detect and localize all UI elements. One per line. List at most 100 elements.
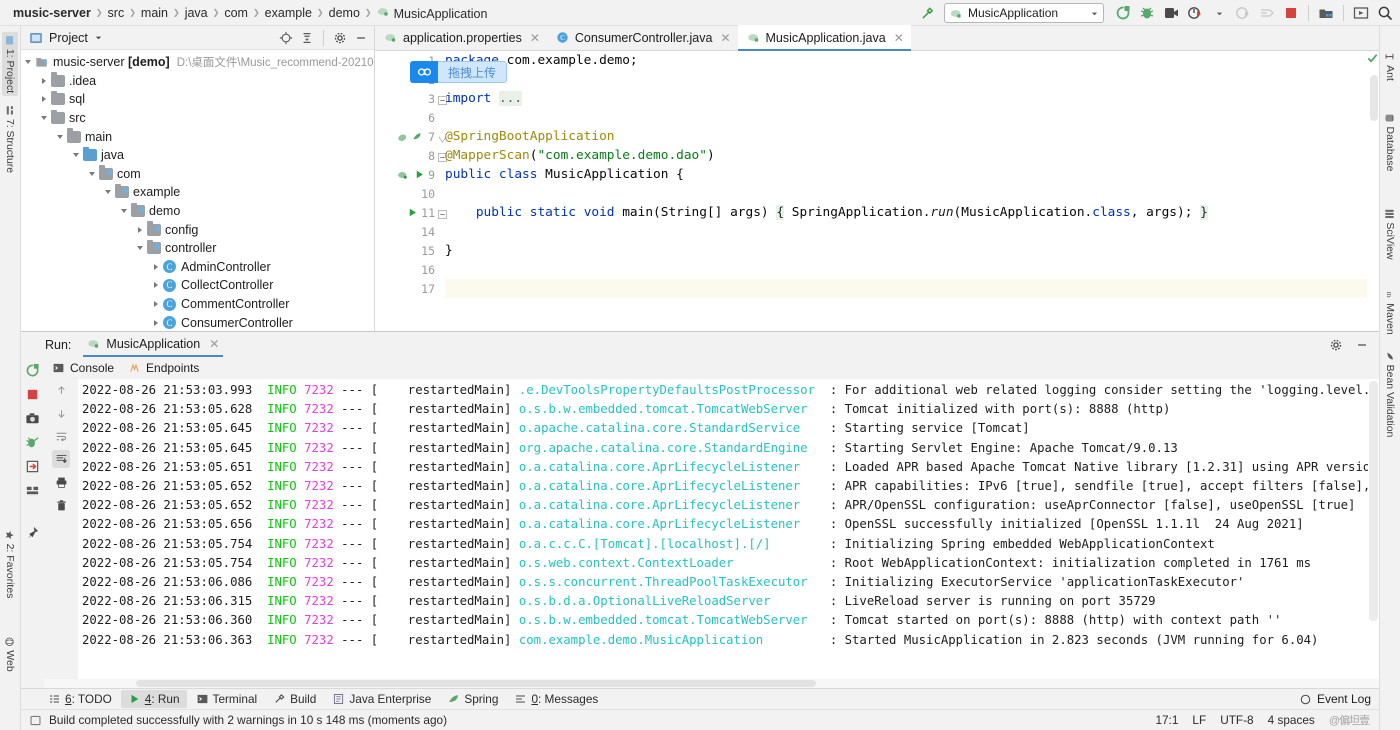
attach-icon[interactable]	[24, 457, 42, 475]
tree-row[interactable]: C AdminController	[21, 258, 374, 277]
tool-tab-1--project[interactable]: 1: Project	[2, 31, 18, 97]
camera-icon[interactable]	[24, 409, 42, 427]
file-encoding[interactable]: UTF-8	[1220, 713, 1253, 727]
tree-row[interactable]: C ConsumerController	[21, 313, 374, 331]
inspection-ok-icon[interactable]	[1367, 53, 1378, 67]
tree-row[interactable]: demo	[21, 202, 374, 221]
scroll-up-icon[interactable]	[52, 381, 70, 399]
editor-scrollbar[interactable]	[1367, 51, 1379, 331]
run-configuration-selector[interactable]: MusicApplication	[944, 3, 1104, 23]
close-icon[interactable]: ✕	[894, 31, 904, 45]
tool-tab-maven[interactable]: m Maven	[1382, 286, 1398, 338]
tree-row[interactable]: example	[21, 183, 374, 202]
tree-row[interactable]: sql	[21, 90, 374, 109]
editor-tab-consumercontroller-java[interactable]: C ConsumerController.java ✕	[547, 25, 738, 50]
line-separator[interactable]: LF	[1192, 713, 1206, 727]
gutter-bean-icons[interactable]	[397, 127, 423, 146]
scroll-down-icon[interactable]	[52, 404, 70, 422]
console-tab-endpoints[interactable]: Endpoints	[128, 361, 199, 375]
tree-row[interactable]: src	[21, 109, 374, 128]
close-icon[interactable]: ✕	[209, 337, 219, 351]
tree-row[interactable]: com	[21, 165, 374, 184]
event-log-button[interactable]: Event Log	[1299, 692, 1371, 706]
close-icon[interactable]: ✕	[530, 31, 540, 45]
locate-icon[interactable]	[277, 29, 295, 47]
tree-row[interactable]: controller	[21, 239, 374, 258]
tree-expander[interactable]	[37, 116, 50, 121]
search-icon[interactable]	[1374, 2, 1396, 24]
gutter-run-method-icon[interactable]	[407, 203, 418, 222]
editor-tab-musicapplication-java[interactable]: MusicApplication.java ✕	[737, 25, 912, 51]
soft-wrap-icon[interactable]	[52, 427, 70, 445]
stop-icon[interactable]	[1280, 2, 1302, 24]
tree-expander[interactable]	[149, 301, 162, 308]
tool-tab-ant[interactable]: Ant	[1382, 48, 1398, 84]
bottom-tab-4--run[interactable]: 4: Run	[120, 690, 187, 708]
tool-tab-sciview[interactable]: SciView	[1382, 205, 1398, 262]
tool-tab-2--favorites[interactable]: 2: Favorites	[2, 527, 18, 602]
tool-tab-7--structure[interactable]: 7: Structure	[2, 102, 18, 176]
bottom-tab-0--messages[interactable]: 0: Messages	[507, 690, 605, 708]
bottom-tab-java-enterprise[interactable]: Java Enterprise	[325, 690, 438, 708]
tree-expander[interactable]	[101, 190, 114, 195]
run-config-tab[interactable]: MusicApplication ✕	[83, 332, 224, 357]
tree-expander[interactable]	[37, 77, 50, 84]
run-with-coverage-icon[interactable]	[1160, 2, 1182, 24]
print-icon[interactable]	[52, 473, 70, 491]
hide-panel-icon[interactable]	[1353, 336, 1371, 354]
project-tree[interactable]: music-server [demo] D:\桌面文件\Music_recomme…	[21, 50, 374, 331]
bottom-tab-spring[interactable]: Spring	[440, 690, 505, 708]
gutter-run-icons[interactable]	[397, 165, 425, 184]
build-hammer-icon[interactable]	[916, 2, 938, 24]
scroll-to-end-icon[interactable]	[52, 450, 70, 468]
layout-icon[interactable]	[24, 481, 42, 499]
stop-icon[interactable]	[24, 385, 42, 403]
select-open-file-icon[interactable]	[1315, 2, 1337, 24]
tree-expander[interactable]	[133, 246, 146, 251]
breadcrumb-item-musicapplication[interactable]: MusicApplication	[374, 5, 491, 21]
tree-row[interactable]: C CollectController	[21, 276, 374, 295]
rerun-icon[interactable]	[1112, 2, 1134, 24]
caret-position[interactable]: 17:1	[1155, 713, 1178, 727]
breadcrumb-item-demo[interactable]: demo	[326, 6, 363, 20]
settings-gear-icon[interactable]	[331, 29, 349, 47]
tree-expander[interactable]	[85, 171, 98, 176]
bottom-tab-6--todo[interactable]: 6: TODO	[41, 690, 119, 708]
chevron-down-icon[interactable]	[94, 33, 103, 42]
tree-expander[interactable]	[133, 226, 146, 233]
bottom-tab-build[interactable]: Build	[266, 690, 323, 708]
hide-panel-icon[interactable]	[352, 29, 370, 47]
tool-tab-web[interactable]: Web	[2, 633, 18, 674]
tree-row[interactable]: C CommentController	[21, 295, 374, 314]
breadcrumb-item-main[interactable]: main	[138, 6, 171, 20]
tree-expander[interactable]	[21, 60, 34, 65]
tree-expander[interactable]	[149, 282, 162, 289]
tool-tab-bean-validation[interactable]: Bean Validation	[1382, 348, 1398, 441]
settings-gear-icon[interactable]	[1327, 336, 1345, 354]
preview-icon[interactable]	[1350, 2, 1372, 24]
tree-expander[interactable]	[69, 153, 82, 158]
breadcrumb-item-com[interactable]: com	[221, 6, 251, 20]
console-scrollbar-thumb[interactable]	[1369, 381, 1378, 621]
close-icon[interactable]: ✕	[720, 31, 730, 45]
tool-tab-database[interactable]: Database	[1382, 110, 1398, 175]
trash-icon[interactable]	[52, 496, 70, 514]
tree-row[interactable]: java	[21, 146, 374, 165]
breadcrumb-item-java[interactable]: java	[182, 6, 211, 20]
debug-icon[interactable]	[1136, 2, 1158, 24]
console-hscrollbar[interactable]	[44, 679, 1379, 688]
tree-expander[interactable]	[117, 209, 130, 214]
editor-gutter[interactable]: 1236789101114151617	[375, 51, 447, 331]
scrollbar-thumb[interactable]	[1370, 75, 1378, 121]
console-tab-console[interactable]: Console	[52, 361, 114, 375]
console-output[interactable]: 2022-08-26 21:53:03.993 INFO 7232 --- [ …	[78, 379, 1368, 679]
breadcrumb-item-music-server[interactable]: music-server	[10, 6, 94, 20]
breadcrumb-item-example[interactable]: example	[262, 6, 315, 20]
code-text[interactable]: package com.example.demo; import ... @Spri…	[438, 51, 1367, 331]
console-scrollbar[interactable]	[1368, 379, 1379, 679]
debug-icon[interactable]	[24, 433, 42, 451]
tree-expander[interactable]	[149, 319, 162, 326]
console-hscrollbar-thumb[interactable]	[136, 680, 816, 687]
pin-icon[interactable]	[24, 523, 42, 541]
indent-setting[interactable]: 4 spaces	[1268, 713, 1315, 727]
